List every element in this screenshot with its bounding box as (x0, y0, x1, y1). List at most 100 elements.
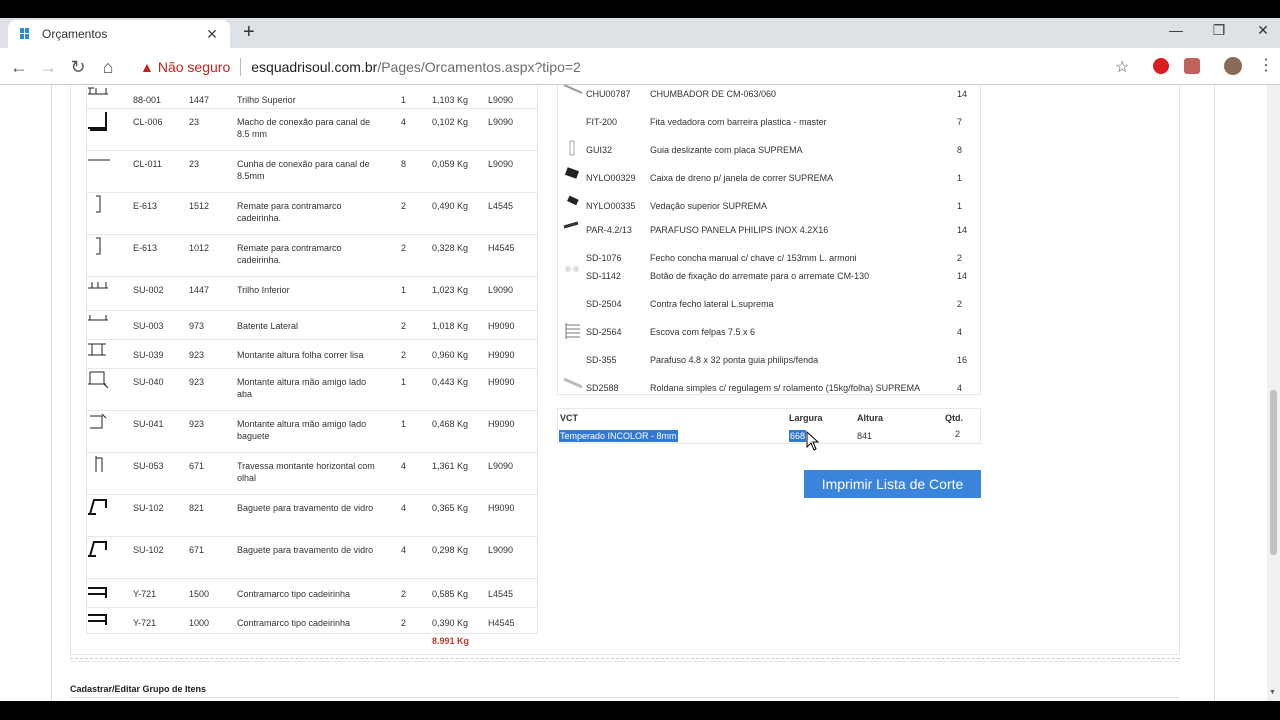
close-window-icon[interactable]: ✕ (1240, 22, 1280, 39)
mouse-cursor-icon (806, 431, 820, 451)
accessory-qty: 14 (957, 89, 968, 99)
profile-finish: L9090 (488, 461, 514, 471)
profile-code: SU-053 (133, 461, 164, 471)
browser-window: Orçamentos ✕ + — ❐ ✕ ← → ↻ ⌂ ▲ Não segur… (0, 0, 1280, 720)
bookmark-star-icon[interactable]: ☆ (1115, 57, 1129, 77)
profile-weight: 0,490 Kg (432, 201, 469, 211)
menu-kebab-icon[interactable]: ⋮ (1258, 55, 1274, 75)
minimize-icon[interactable]: — (1153, 22, 1199, 38)
profile-weight: 1,023 Kg (432, 285, 469, 295)
profile-code: E-613 (133, 201, 158, 211)
profile-code: Y-721 (133, 589, 157, 599)
profile-size: 973 (189, 321, 205, 331)
tab-close-icon[interactable]: ✕ (204, 26, 220, 43)
profile-size: 1012 (189, 243, 210, 253)
profile-size: 1447 (189, 285, 210, 295)
accessory-row: SD-2564 Escova com felpas 7.5 x 6 4 (558, 323, 982, 345)
profile-code: SU-003 (133, 321, 164, 331)
profile-drawing-icon (88, 282, 108, 289)
page-scrollbar[interactable]: ▼ (1267, 85, 1280, 701)
profile-weight: 1,103 Kg (432, 95, 469, 105)
opera-extension-icon[interactable] (1153, 58, 1169, 74)
profile-row: CL-011 23 Cunha de conexão para canal de 8… (86, 151, 538, 193)
profile-qty: 1 (401, 285, 407, 295)
accessory-image-icon (567, 195, 579, 206)
profile-desc: Travessa montante horizontal com olhal (237, 461, 375, 483)
profile-row: SU-040 923 Montante altura mão amigo lado … (86, 369, 538, 411)
profile-code: SU-041 (133, 419, 164, 429)
profile-qty: 2 (401, 243, 407, 253)
profile-desc: Trilho Inferior (237, 285, 290, 295)
accessory-row: SD-1076 Fecho concha manual c/ chave c/ 1… (558, 251, 982, 271)
profile-code: SU-039 (133, 350, 164, 360)
accessory-row: NYLO00335 Vedação superior SUPREMA 1 (558, 195, 982, 219)
profile-row: SU-003 973 Batente Lateral 2 1,018 Kg H9090 (86, 311, 538, 340)
address-bar[interactable]: ▲ Não seguro esquadrisoul.com.br/Pages/O… (132, 53, 1142, 81)
glass-qty: 2 (955, 429, 961, 439)
glass-type: Temperado INCOLOR - 8mm (559, 430, 678, 442)
profile-row: SU-039 923 Montante altura folha correr li… (86, 340, 538, 369)
profile-code: 88-001 (133, 95, 162, 105)
accessory-image-icon (562, 111, 584, 131)
profile-finish: L9090 (488, 285, 514, 295)
profile-desc: Remate para contramarco cadeirinha. (237, 243, 342, 265)
new-tab-icon[interactable]: + (243, 22, 255, 42)
profile-row: E-613 1012 Remate para contramarco cadeiri… (86, 235, 538, 277)
profile-drawing-icon (88, 587, 107, 598)
profile-finish: H4545 (488, 243, 515, 253)
back-icon[interactable]: ← (8, 56, 30, 78)
tab-orcamentos[interactable]: Orçamentos ✕ (8, 20, 230, 48)
warning-icon: ▲ (140, 59, 154, 75)
profile-qty: 2 (401, 201, 407, 211)
profile-qty: 1 (401, 95, 407, 105)
accessory-desc: Escova com felpas 7.5 x 6 (650, 327, 756, 337)
profile-drawing-icon (90, 413, 107, 429)
profile-code: SU-040 (133, 377, 164, 387)
profile-drawing-icon (88, 315, 108, 321)
section-title: Cadastrar/Editar Grupo de Itens (70, 684, 207, 694)
profile-desc: Contramarco tipo cadeirinha (237, 589, 351, 599)
profile-weight: 0,585 Kg (432, 589, 469, 599)
profile-row: E-613 1512 Remate para contramarco cadeiri… (86, 193, 538, 235)
profile-weight: 0,390 Kg (432, 618, 469, 628)
site-favicon-icon (18, 27, 32, 41)
profile-qty: 8 (401, 159, 407, 169)
security-label[interactable]: Não seguro (158, 59, 230, 75)
profile-finish: H9090 (488, 419, 515, 429)
pdf-extension-icon[interactable] (1184, 58, 1200, 74)
scrollbar-thumb[interactable] (1270, 390, 1277, 555)
accessory-desc: Parafuso 4.8 x 32 ponta guia philips/fen… (650, 355, 819, 365)
accessory-code: SD-1142 (586, 271, 621, 281)
profile-desc: Baguete para travamento de vidro (237, 545, 374, 555)
profile-drawing-icon (88, 87, 108, 95)
reload-icon[interactable]: ↻ (67, 56, 89, 78)
accessory-qty: 2 (957, 299, 963, 309)
profile-drawing-icon (96, 195, 101, 213)
accessory-qty: 4 (957, 383, 963, 393)
accessory-desc: Caixa de dreno p/ janela de correr SUPRE… (650, 173, 834, 183)
accessory-image-icon (569, 140, 575, 156)
accessory-image-icon (564, 167, 580, 179)
profile-finish: L9090 (488, 159, 514, 169)
total-weight: 8.991 Kg (432, 636, 470, 646)
url-host: esquadrisoul.com.br (251, 59, 378, 75)
profile-size: 923 (189, 377, 205, 387)
section-underline (70, 697, 1180, 698)
glass-header-vct: VCT (560, 413, 578, 423)
profile-weight: 1,361 Kg (432, 461, 469, 471)
home-icon[interactable]: ⌂ (97, 56, 119, 78)
print-cut-list-button[interactable]: Imprimir Lista de Corte (804, 470, 981, 498)
profile-desc: Baguete para travamento de vidro (237, 503, 374, 513)
profile-size: 1000 (189, 618, 210, 628)
profile-qty: 1 (401, 419, 407, 429)
profile-size: 671 (189, 461, 205, 471)
profile-weight: 0,960 Kg (432, 350, 469, 360)
profile-avatar[interactable] (1224, 57, 1242, 75)
forward-icon[interactable]: → (37, 56, 59, 78)
profile-weight: 0,298 Kg (432, 545, 469, 555)
restore-icon[interactable]: ❐ (1196, 22, 1242, 39)
profile-finish: H9090 (488, 321, 515, 331)
scroll-down-arrow-icon[interactable]: ▼ (1269, 689, 1276, 696)
profile-qty: 2 (401, 589, 407, 599)
profile-drawing-icon (88, 614, 107, 625)
